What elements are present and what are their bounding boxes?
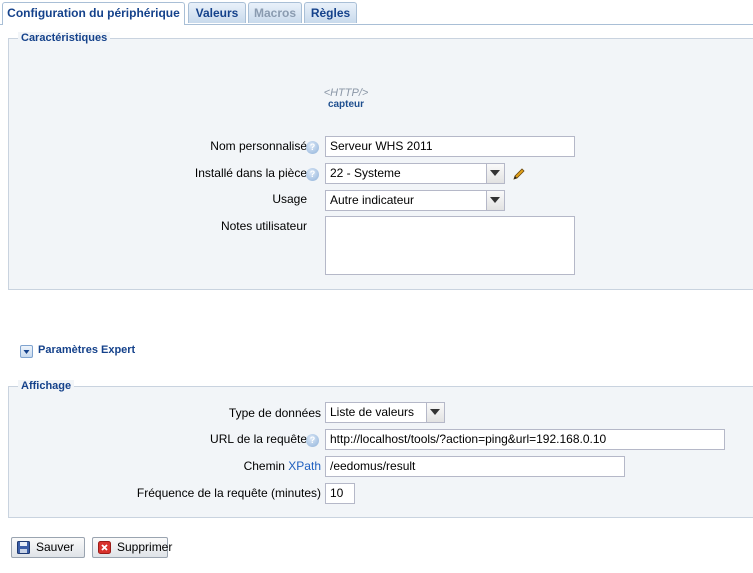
tab-regles[interactable]: Règles [304,2,357,23]
delete-icon [98,541,111,554]
url-requete-label: URL de la requête [210,432,307,446]
type-donnees-label: Type de données [228,406,321,420]
usage-label: Usage [272,192,307,206]
dropdown-trigger[interactable] [486,164,504,183]
pencil-edit-icon[interactable] [511,166,527,182]
notes-textarea[interactable] [325,216,575,275]
usage-select[interactable]: Autre indicateur [325,190,505,211]
help-icon[interactable]: ? [306,434,319,447]
caracteristiques-fieldset: Caractéristiques <HTTP/> capteur Nom per… [8,32,753,290]
nom-label: Nom personnalisé [210,139,307,153]
save-button[interactable]: Sauver [11,537,85,558]
type-donnees-select[interactable]: Liste de valeurs [325,402,445,423]
help-icon[interactable]: ? [306,141,319,154]
dropdown-trigger[interactable] [426,403,444,422]
delete-button-label: Supprimer [117,540,173,554]
collapse-toggle-icon[interactable] [20,345,33,358]
chemin-label-text: Chemin [243,459,285,473]
affichage-fieldset: Affichage Type de données Liste de valeu… [8,380,753,518]
chevron-down-icon [430,409,440,415]
save-icon [17,541,30,554]
nom-input[interactable]: Serveur WHS 2011 [325,136,575,157]
help-icon[interactable]: ? [306,168,319,181]
tab-bar: Configuration du périphérique Valeurs Ma… [0,0,753,25]
xpath-link[interactable]: XPath [288,459,321,473]
chemin-input[interactable]: /eedomus/result [325,456,625,477]
piece-label: Installé dans la pièce [194,166,307,180]
chevron-down-icon [490,170,500,176]
delete-button[interactable]: Supprimer [92,537,172,558]
url-requete-input[interactable]: http://localhost/tools/?action=ping&url=… [325,429,725,450]
tab-valeurs[interactable]: Valeurs [188,2,246,23]
chevron-down-icon [490,197,500,203]
tab-macros: Macros [248,2,302,23]
caracteristiques-legend: Caractéristiques [18,32,111,44]
piece-select[interactable]: 22 - Systeme [325,163,505,184]
frequence-input[interactable]: 10 [325,483,355,504]
save-button-label: Sauver [36,540,75,554]
tab-configuration[interactable]: Configuration du périphérique [2,2,185,25]
chemin-label: Chemin XPath [244,459,321,473]
http-icon: <HTTP/> [323,87,369,99]
parametres-expert-label: Paramètres Expert [38,344,136,356]
device-type-label: capteur [327,99,365,110]
piece-select-value: 22 - Systeme [330,166,401,180]
device-type-icon: <HTTP/> capteur [316,87,376,110]
frequence-label: Fréquence de la requête (minutes) [136,486,321,500]
affichage-legend: Affichage [18,380,75,392]
usage-select-value: Autre indicateur [330,193,415,207]
dropdown-trigger[interactable] [486,191,504,210]
configuration-panel: Caractéristiques <HTTP/> capteur Nom per… [0,25,753,573]
type-donnees-value: Liste de valeurs [330,405,415,419]
notes-label: Notes utilisateur [220,219,307,233]
